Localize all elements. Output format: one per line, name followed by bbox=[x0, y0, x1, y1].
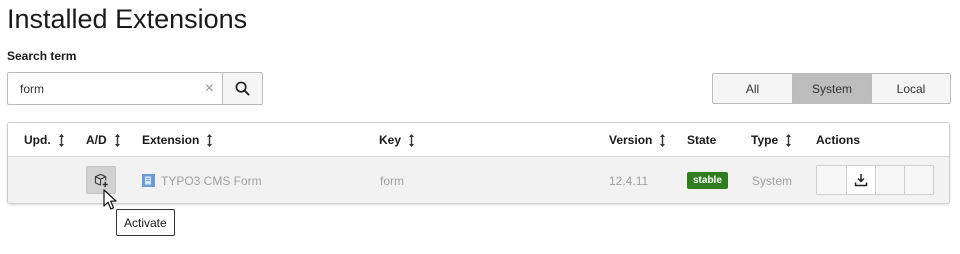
version-cell: 12.4.11 bbox=[609, 173, 649, 188]
column-header-ad: A/D bbox=[86, 123, 121, 157]
key-cell: form bbox=[380, 173, 404, 188]
column-header-extension: Extension bbox=[142, 123, 213, 157]
download-icon bbox=[854, 174, 868, 187]
column-header-extension-label: Extension bbox=[142, 133, 200, 147]
package-plus-icon bbox=[94, 173, 108, 187]
extension-icon bbox=[142, 174, 155, 187]
sort-icon[interactable] bbox=[408, 133, 415, 148]
close-icon[interactable]: × bbox=[205, 81, 214, 97]
sort-icon[interactable] bbox=[114, 133, 121, 148]
search-input[interactable] bbox=[8, 73, 222, 104]
column-header-type: Type bbox=[751, 123, 792, 157]
extension-title[interactable]: TYPO3 CMS Form bbox=[161, 174, 262, 188]
action-button-1[interactable] bbox=[817, 166, 846, 194]
tooltip: Activate bbox=[116, 209, 175, 236]
column-header-actions-label: Actions bbox=[816, 133, 861, 147]
table-header-row: Upd. A/D Extension Key Version State Typ… bbox=[8, 123, 949, 157]
action-button-4[interactable] bbox=[904, 166, 933, 194]
table-row: TYPO3 CMS Form form 12.4.11 stable Syste… bbox=[8, 157, 949, 203]
tooltip-text: Activate bbox=[124, 215, 167, 230]
column-header-ad-label: A/D bbox=[86, 133, 107, 147]
filter-system-button[interactable]: System bbox=[792, 74, 871, 103]
search-input-wrap: × bbox=[7, 72, 222, 105]
column-header-state-label: State bbox=[687, 133, 717, 147]
search-box: × bbox=[7, 72, 263, 105]
search-label: Search term bbox=[7, 49, 77, 63]
row-actions-group bbox=[816, 165, 934, 195]
sort-icon[interactable] bbox=[206, 133, 213, 148]
type-cell: System bbox=[752, 173, 793, 188]
status-badge: stable bbox=[687, 172, 728, 189]
column-header-version: Version bbox=[609, 123, 666, 157]
page-title: Installed Extensions bbox=[7, 4, 248, 34]
column-header-upd: Upd. bbox=[24, 123, 65, 157]
sort-icon[interactable] bbox=[58, 133, 65, 148]
column-header-version-label: Version bbox=[609, 133, 653, 147]
filter-local-button[interactable]: Local bbox=[871, 74, 950, 103]
column-header-type-label: Type bbox=[751, 133, 779, 147]
column-header-state: State bbox=[687, 123, 716, 157]
state-cell: stable bbox=[687, 157, 728, 203]
filter-button-group: All System Local bbox=[712, 73, 951, 104]
column-header-upd-label: Upd. bbox=[24, 133, 51, 147]
column-header-key-label: Key bbox=[379, 133, 402, 147]
search-icon bbox=[235, 81, 250, 96]
extensions-table: Upd. A/D Extension Key Version State Typ… bbox=[7, 122, 950, 204]
column-header-actions: Actions bbox=[816, 123, 860, 157]
sort-icon[interactable] bbox=[785, 133, 792, 148]
search-button[interactable] bbox=[222, 72, 263, 105]
extension-cell: TYPO3 CMS Form bbox=[142, 157, 262, 203]
sort-icon[interactable] bbox=[659, 133, 666, 148]
mouse-pointer-icon bbox=[103, 189, 117, 210]
action-button-3[interactable] bbox=[875, 166, 904, 194]
download-button[interactable] bbox=[846, 166, 875, 194]
column-header-key: Key bbox=[379, 123, 415, 157]
filter-all-button[interactable]: All bbox=[713, 74, 792, 103]
